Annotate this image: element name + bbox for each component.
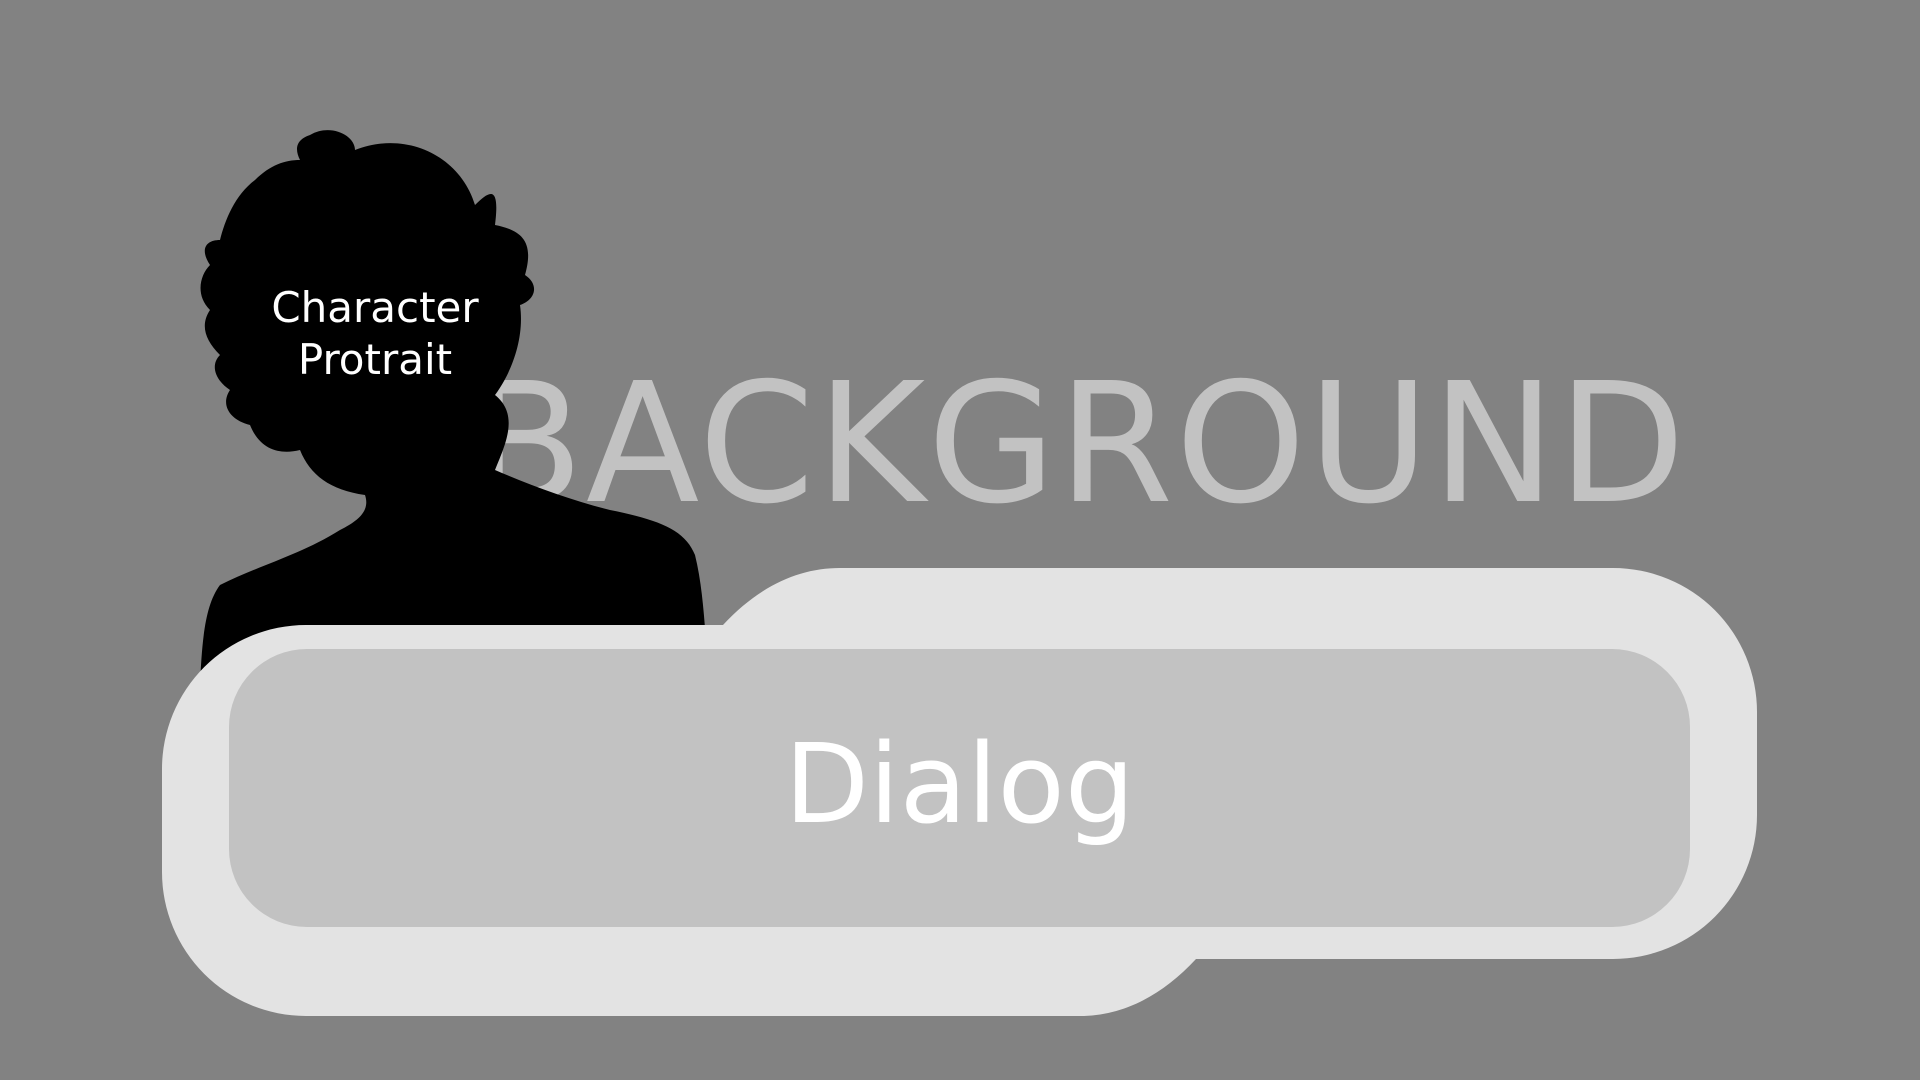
character-silhouette-icon — [200, 130, 710, 685]
game-scene: BACKGROUND Character Protrait Dialog — [0, 0, 1920, 1080]
character-portrait — [190, 125, 710, 685]
dialog-text: Dialog — [784, 720, 1135, 848]
dialog-box[interactable]: Dialog — [229, 649, 1690, 927]
portrait-label: Character Protrait — [271, 283, 479, 384]
